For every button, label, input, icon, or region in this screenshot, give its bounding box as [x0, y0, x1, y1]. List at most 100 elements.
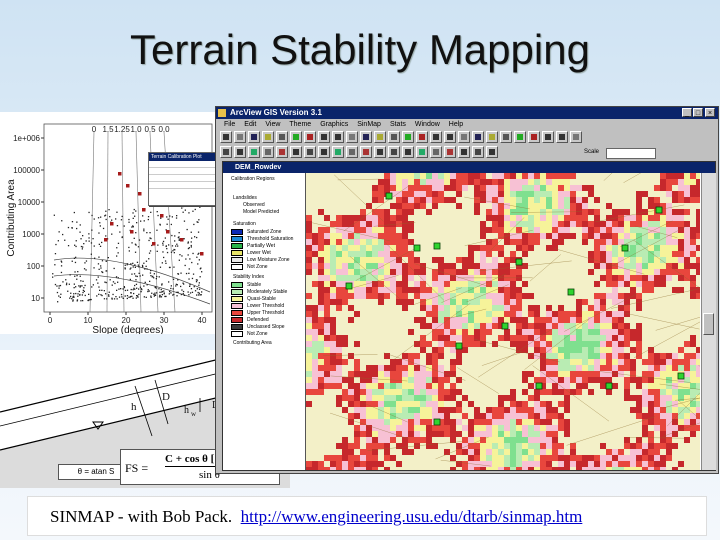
toolbar-button[interactable] — [444, 131, 456, 143]
map-cell — [462, 347, 468, 353]
map-cell — [516, 251, 522, 257]
toolbar-button[interactable] — [346, 146, 358, 158]
toolbar-button[interactable] — [570, 131, 582, 143]
menu-theme[interactable]: Theme — [289, 119, 311, 130]
toolbar-button[interactable] — [220, 131, 232, 143]
map-cell — [696, 179, 700, 185]
toolbar-button[interactable] — [248, 131, 260, 143]
toolbar-button[interactable] — [360, 131, 372, 143]
map-cell — [636, 281, 642, 287]
toolbar-button[interactable] — [430, 146, 442, 158]
menu-view[interactable]: View — [265, 119, 280, 130]
toolbar-button[interactable] — [332, 131, 344, 143]
arcview-window[interactable]: ArcView GIS Version 3.1 _ □ × File Edit … — [215, 106, 719, 474]
vertical-scrollbar[interactable] — [701, 173, 716, 470]
map-cell — [654, 275, 660, 281]
scroll-thumb[interactable] — [703, 313, 714, 335]
toolbar-button[interactable] — [472, 146, 484, 158]
menu-sinmap[interactable]: SinMap — [357, 119, 381, 130]
toolbar-button[interactable] — [472, 131, 484, 143]
sinmap-link[interactable]: http://www.engineering.usu.edu/dtarb/sin… — [241, 507, 583, 526]
toolbar-button[interactable] — [402, 146, 414, 158]
map-cell — [600, 311, 606, 317]
map-cell — [684, 179, 690, 185]
stability-map[interactable] — [306, 173, 700, 470]
map-cell — [582, 179, 588, 185]
toolbar-button[interactable] — [290, 146, 302, 158]
toolbar-button[interactable] — [318, 146, 330, 158]
toc-layer-landslides[interactable]: Landslides — [233, 195, 257, 201]
toolbar-button[interactable] — [290, 131, 302, 143]
map-cell — [648, 293, 654, 299]
map-cell — [654, 287, 660, 293]
toolbar-button[interactable] — [416, 131, 428, 143]
minimize-button[interactable]: _ — [682, 108, 692, 117]
map-cell — [342, 305, 348, 311]
menu-graphics[interactable]: Graphics — [320, 119, 348, 130]
toc-layer-stability[interactable]: Stability Index — [233, 274, 264, 280]
close-button[interactable]: × — [705, 108, 715, 117]
toolbar-button[interactable] — [388, 131, 400, 143]
scatter-point — [94, 257, 96, 259]
map-cell — [672, 251, 678, 257]
map-cell — [480, 353, 486, 359]
map-cell — [522, 287, 528, 293]
map-cell — [666, 257, 672, 263]
toolbar-button[interactable] — [262, 131, 274, 143]
toolbar-button[interactable] — [486, 146, 498, 158]
menu-help[interactable]: Help — [449, 119, 463, 130]
toolbar-button[interactable] — [318, 131, 330, 143]
map-cell — [618, 437, 624, 443]
toolbar-button[interactable] — [276, 131, 288, 143]
map-cell — [540, 227, 546, 233]
map-cell — [450, 383, 456, 389]
toolbar-button[interactable] — [234, 146, 246, 158]
toolbar-button[interactable] — [262, 146, 274, 158]
toolbar-button[interactable] — [458, 131, 470, 143]
scatter-point — [105, 293, 107, 295]
toolbar-button[interactable] — [304, 146, 316, 158]
scatter-point — [76, 278, 78, 280]
maximize-button[interactable]: □ — [693, 108, 703, 117]
menu-edit[interactable]: Edit — [244, 119, 256, 130]
toolbar-button[interactable] — [360, 146, 372, 158]
toolbar-button[interactable] — [248, 146, 260, 158]
toolbar-button[interactable] — [374, 146, 386, 158]
toolbar-button[interactable] — [388, 146, 400, 158]
toolbar-button[interactable] — [332, 146, 344, 158]
map-cell — [432, 281, 438, 287]
toolbar-button[interactable] — [276, 146, 288, 158]
toolbar-button[interactable] — [234, 131, 246, 143]
toc-layer-calibration[interactable]: Calibration Regions — [231, 176, 275, 182]
view-window[interactable]: DEM_Rowdev Calibration Regions Landslide… — [222, 161, 716, 471]
map-cell — [654, 353, 660, 359]
app-titlebar[interactable]: ArcView GIS Version 3.1 _ □ × — [216, 107, 718, 119]
toolbar-button[interactable] — [444, 146, 456, 158]
toolbar-button[interactable] — [542, 131, 554, 143]
map-cell — [576, 185, 582, 191]
menu-window[interactable]: Window — [415, 119, 440, 130]
toolbar-button[interactable] — [220, 146, 232, 158]
menu-file[interactable]: File — [224, 119, 235, 130]
toolbar-button[interactable] — [486, 131, 498, 143]
menu-stats[interactable]: Stats — [390, 119, 406, 130]
toolbar-button[interactable] — [430, 131, 442, 143]
toolbar-button[interactable] — [304, 131, 316, 143]
map-cell — [474, 365, 480, 371]
toolbar-button[interactable] — [528, 131, 540, 143]
toolbar-button[interactable] — [346, 131, 358, 143]
map-cell — [594, 449, 600, 455]
toolbar-button[interactable] — [402, 131, 414, 143]
toolbar-button[interactable] — [416, 146, 428, 158]
map-cell — [666, 311, 672, 317]
map-cell — [504, 425, 510, 431]
toc-layer-contributing-area[interactable]: Contributing Area — [233, 340, 272, 346]
toolbar-button[interactable] — [458, 146, 470, 158]
view-titlebar[interactable]: DEM_Rowdev — [223, 162, 715, 173]
toc-layer-saturation[interactable]: Saturation — [233, 221, 256, 227]
toolbar-button[interactable] — [514, 131, 526, 143]
scale-input[interactable] — [606, 148, 656, 159]
toolbar-button[interactable] — [374, 131, 386, 143]
toolbar-button[interactable] — [556, 131, 568, 143]
toolbar-button[interactable] — [500, 131, 512, 143]
